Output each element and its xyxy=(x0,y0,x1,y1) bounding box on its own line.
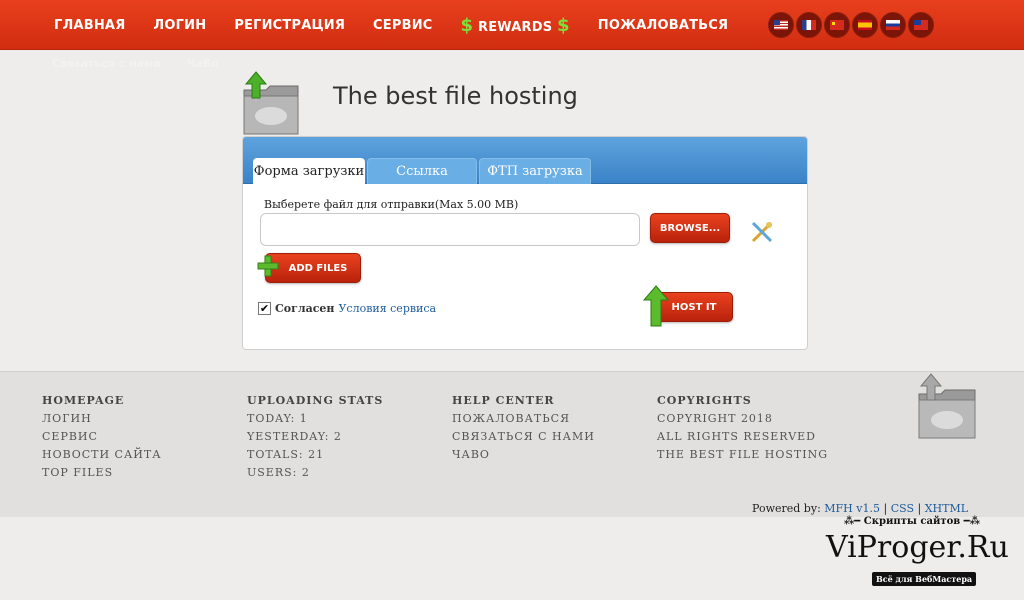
footer-link[interactable]: ПОЖАЛОВАТЬСЯ xyxy=(452,412,595,430)
upload-folder-logo-icon xyxy=(918,373,976,439)
agree-checkbox[interactable]: ✔ xyxy=(258,302,271,315)
powered-prefix: Powered by: xyxy=(752,502,821,515)
file-path-input[interactable] xyxy=(260,213,640,246)
stat-yesterday: YESTERDAY: 2 xyxy=(247,430,342,443)
footer-heading: UPLOADING STATS xyxy=(247,394,384,407)
nav-contact-link[interactable]: Связаться с нами xyxy=(52,57,161,70)
dollar-icon: $ xyxy=(557,14,570,36)
dollar-icon: $ xyxy=(460,14,474,36)
separator: | xyxy=(883,502,888,515)
copyright-text: THE BEST FILE HOSTING xyxy=(657,448,828,461)
watermark-slogan: Всё для ВебМастера xyxy=(872,572,977,586)
us-flag-icon[interactable] xyxy=(768,12,794,38)
nav-service[interactable]: Сервис xyxy=(359,18,446,33)
nav-complain[interactable]: Пожаловаться xyxy=(584,18,742,33)
footer-heading: COPYRIGHTS xyxy=(657,394,752,407)
mfh-link[interactable]: MFH v1.5 xyxy=(824,502,880,515)
tab-upload-form[interactable]: Форма загрузки xyxy=(253,158,365,184)
terms-link[interactable]: Условия сервиса xyxy=(338,302,436,315)
footer-col-help: HELP CENTER ПОЖАЛОВАТЬСЯ СВЯЗАТЬСЯ С НАМ… xyxy=(452,394,595,466)
tools-icon[interactable] xyxy=(749,219,775,245)
nav-login[interactable]: Логин xyxy=(139,18,220,33)
tab-link[interactable]: Ссылка xyxy=(367,158,477,184)
main-nav: Главная Логин Регистрация Сервис $ Rewar… xyxy=(40,0,742,50)
ru-flag-icon[interactable] xyxy=(880,12,906,38)
tab-ftp-upload[interactable]: ФТП загрузка xyxy=(479,158,591,184)
footer-link[interactable]: ЧАВО xyxy=(452,448,595,466)
secondary-nav: Связаться с нами ЧаВо xyxy=(52,57,219,70)
agree-label: Согласен xyxy=(275,302,335,315)
copyright-text: COPYRIGHT 2018 xyxy=(657,412,773,425)
browse-button[interactable]: BROWSE... xyxy=(650,213,730,243)
watermark-tagline: ⁂━ Скрипты сайтов ━⁂ xyxy=(844,516,980,527)
footer-link[interactable]: ЛОГИН xyxy=(42,412,162,430)
page-title: The best file hosting xyxy=(333,82,578,110)
stat-totals: TOTALS: 21 xyxy=(247,448,325,461)
nav-rewards[interactable]: $ Rewards $ xyxy=(447,15,584,36)
top-nav-bar: Главная Логин Регистрация Сервис $ Rewar… xyxy=(0,0,1024,50)
footer-heading: HELP CENTER xyxy=(452,394,555,407)
copyright-text: ALL RIGHTS RESERVED xyxy=(657,430,816,443)
upload-panel: Форма загрузки Ссылка ФТП загрузка Выбер… xyxy=(242,136,808,350)
add-files-button[interactable]: ADD FILES xyxy=(265,253,361,283)
separator: | xyxy=(917,502,922,515)
terms-agreement: ✔ Согласен Условия сервиса xyxy=(258,302,436,315)
footer-link[interactable]: НОВОСТИ САЙТА xyxy=(42,448,162,466)
nav-home[interactable]: Главная xyxy=(40,18,139,33)
footer-col-homepage: HOMEPAGE ЛОГИН СЕРВИС НОВОСТИ САЙТА TOP … xyxy=(42,394,162,484)
file-choose-label: Выберете файл для отправки(Max 5.00 MB) xyxy=(264,198,519,211)
upload-arrow-icon xyxy=(643,285,669,327)
upload-tabs-bar: Форма загрузки Ссылка ФТП загрузка xyxy=(243,137,807,184)
nav-rewards-label: Rewards xyxy=(478,19,553,35)
language-flags xyxy=(768,12,934,38)
plus-icon xyxy=(257,255,279,277)
footer-link[interactable]: TOP FILES xyxy=(42,466,162,484)
footer-link[interactable]: СЕРВИС xyxy=(42,430,162,448)
footer-col-copyrights: COPYRIGHTS COPYRIGHT 2018 ALL RIGHTS RES… xyxy=(657,394,828,466)
footer-link[interactable]: СВЯЗАТЬСЯ С НАМИ xyxy=(452,430,595,448)
nav-faq-link[interactable]: ЧаВо xyxy=(187,57,219,70)
nav-register[interactable]: Регистрация xyxy=(220,18,359,33)
es-flag-icon[interactable] xyxy=(852,12,878,38)
stat-users: USERS: 2 xyxy=(247,466,310,479)
cn-flag-icon[interactable] xyxy=(824,12,850,38)
xhtml-link[interactable]: XHTML xyxy=(925,502,968,515)
upload-folder-logo-icon xyxy=(243,71,299,135)
footer-col-stats: UPLOADING STATS TODAY: 1 YESTERDAY: 2 TO… xyxy=(247,394,383,484)
stat-today: TODAY: 1 xyxy=(247,412,308,425)
fr-flag-icon[interactable] xyxy=(796,12,822,38)
watermark-site-name: ViProger.Ru xyxy=(826,530,1009,565)
tw-flag-icon[interactable] xyxy=(908,12,934,38)
page-footer: HOMEPAGE ЛОГИН СЕРВИС НОВОСТИ САЙТА TOP … xyxy=(0,371,1024,517)
powered-by: Powered by: MFH v1.5 | CSS | XHTML xyxy=(752,502,968,515)
css-link[interactable]: CSS xyxy=(891,502,914,515)
footer-heading: HOMEPAGE xyxy=(42,394,125,407)
